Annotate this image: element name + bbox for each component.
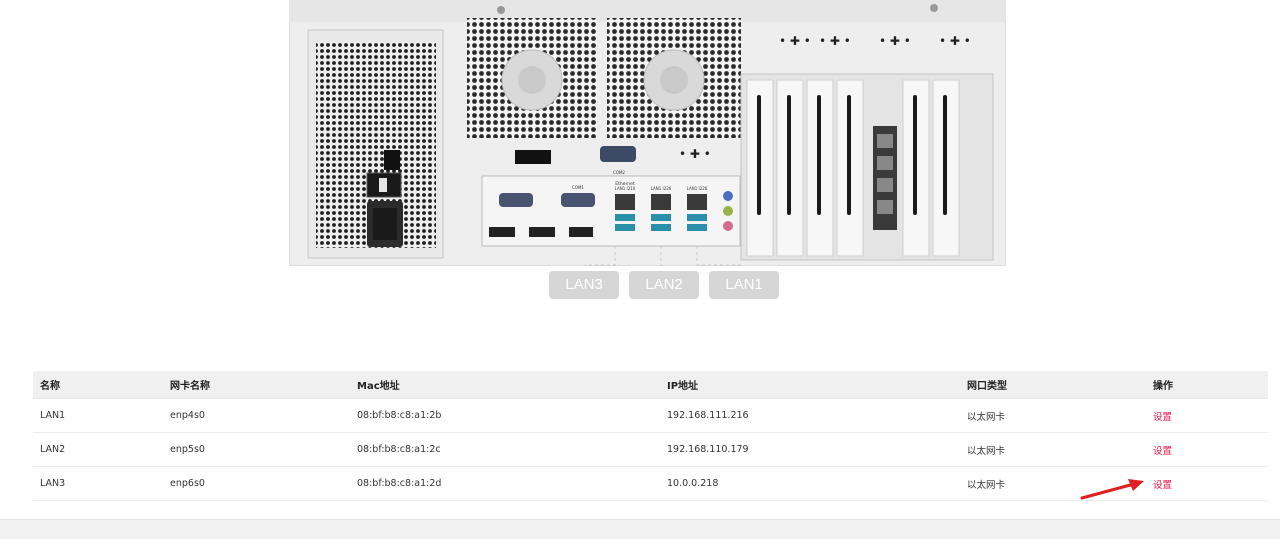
lan2-port-button[interactable]: LAN2	[629, 271, 699, 299]
column-header-name: 名称	[33, 371, 163, 399]
page-footer-bar	[0, 519, 1280, 539]
column-header-action: 操作	[1146, 371, 1268, 399]
server-chassis-image: COM2 COM1 Ethernet LAN1 I210 LAN1 I226 L…	[289, 0, 1006, 266]
settings-link-lan3[interactable]: 设置	[1153, 480, 1172, 491]
column-header-nic-name: 网卡名称	[163, 371, 350, 399]
settings-link-lan2[interactable]: 设置	[1153, 446, 1172, 457]
svg-text:• ✚ •: • ✚ •	[939, 34, 971, 48]
lan-i226b-label: LAN1 I226	[687, 186, 708, 191]
cell-type: 以太网卡	[960, 398, 1146, 433]
cell-ip: 10.0.0.218	[660, 466, 960, 501]
device-rear-panel-area: COM2 COM1 Ethernet LAN1 I210 LAN1 I226 L…	[0, 0, 1280, 310]
svg-text:• ✚ •: • ✚ •	[819, 34, 851, 48]
cell-action: 设置	[1146, 466, 1268, 501]
cell-name: LAN1	[33, 398, 163, 433]
cell-name: LAN3	[33, 466, 163, 501]
cell-ip: 192.168.111.216	[660, 398, 960, 433]
cell-nic: enp6s0	[163, 466, 350, 501]
cell-nic: enp4s0	[163, 398, 350, 433]
table-row: LAN1 enp4s0 08:bf:b8:c8:a1:2b 192.168.11…	[33, 398, 1268, 433]
table-row: LAN2 enp5s0 08:bf:b8:c8:a1:2c 192.168.11…	[33, 432, 1268, 467]
cell-mac: 08:bf:b8:c8:a1:2d	[350, 466, 660, 501]
com1-label: COM1	[572, 185, 584, 190]
column-header-mac: Mac地址	[350, 371, 660, 399]
lan-i226-label: LAN1 I226	[651, 186, 672, 191]
red-arrow-annotation	[1080, 479, 1144, 500]
svg-text:• ✚ •: • ✚ •	[779, 34, 811, 48]
column-header-port-type: 网口类型	[960, 371, 1146, 399]
lan-i210-label: LAN1 I210	[615, 186, 636, 191]
svg-text:• ✚ •: • ✚ •	[879, 34, 911, 48]
com2-label: COM2	[613, 170, 625, 175]
svg-text:• ✚ •: • ✚ •	[679, 147, 711, 161]
cell-action: 设置	[1146, 398, 1268, 433]
lan3-port-button[interactable]: LAN3	[549, 271, 619, 299]
cell-nic: enp5s0	[163, 432, 350, 467]
cell-type: 以太网卡	[960, 432, 1146, 467]
table-header-row: 名称 网卡名称 Mac地址 IP地址 网口类型 操作	[33, 371, 1268, 399]
cell-action: 设置	[1146, 432, 1268, 467]
cell-name: LAN2	[33, 432, 163, 467]
cell-mac: 08:bf:b8:c8:a1:2c	[350, 432, 660, 467]
cell-mac: 08:bf:b8:c8:a1:2b	[350, 398, 660, 433]
settings-link-lan1[interactable]: 设置	[1153, 412, 1172, 423]
column-header-ip: IP地址	[660, 371, 960, 399]
cell-ip: 192.168.110.179	[660, 432, 960, 467]
lan1-port-button[interactable]: LAN1	[709, 271, 779, 299]
